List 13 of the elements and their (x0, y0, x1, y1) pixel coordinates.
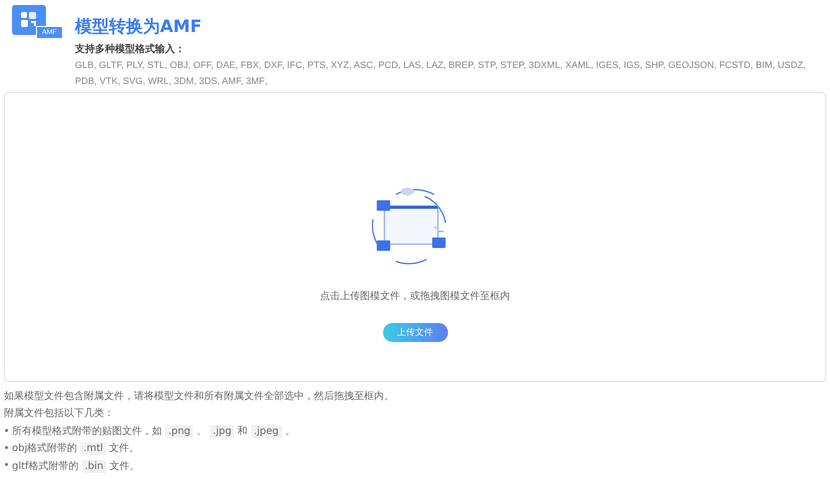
formats-heading: 支持多种模型格式输入： (75, 43, 186, 57)
bullet-icon (5, 463, 8, 466)
notes-heading: 附属文件包括以下几类： (4, 406, 115, 422)
upload-hint: 点击上传图模文件，或拖拽图模文件至框内 (320, 290, 510, 303)
upload-dropzone[interactable]: 点击上传图模文件，或拖拽图模文件至框内 上传文件 (4, 92, 826, 382)
bullet-icon (5, 428, 8, 432)
page-title: 模型转换为AMF (75, 17, 203, 37)
attachment-list-item: obj格式附带的 .mtl 文件。 (4, 440, 830, 458)
notes-intro: 如果模型文件包含附属文件，请将模型文件和所有附属文件全部选中，然后拖拽至框内。 (4, 390, 395, 404)
attachment-list-item: gltf格式附带的 .bin 文件。 (4, 458, 830, 476)
attachment-list-item: 所有模型格式附带的贴图文件，如 .png 、 .jpg 和 .jpeg 。 (4, 422, 830, 440)
formats-list: GLB, GLTF, PLY, STL, OBJ, OFF, DAE, FBX, DXF, IFC, PTS, XYZ, ASC, PCD, LAS, LAZ, BREP, STP, STEP, 3DXML, XAML, IGES, IGS, SHP, GEOJSON, FCSTD, BIM, USDZ, PDB, VTK, SVG, WRL, 3DM, 3DS, AMF, 3MF。 (67, 57, 825, 89)
bullet-icon (5, 446, 8, 449)
